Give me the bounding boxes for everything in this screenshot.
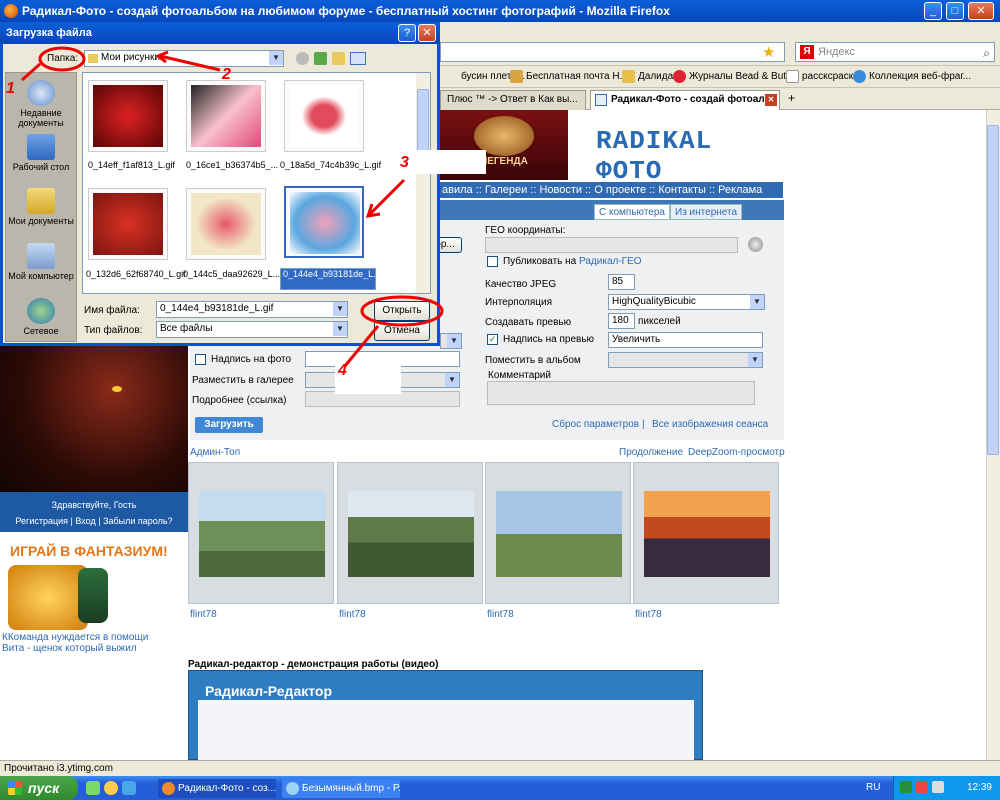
annotation-overlay	[21, 46, 444, 367]
annotation-number: 1	[6, 80, 15, 97]
annotation-arrow	[368, 178, 406, 216]
annotation-number: 3	[400, 154, 409, 171]
annotation-arrow	[21, 62, 41, 82]
annotation-arrow	[159, 54, 221, 72]
annotation-number: 4	[338, 362, 347, 379]
annotation-circle	[38, 46, 86, 72]
annotation-number: 2	[222, 66, 231, 83]
annotation-arrow	[343, 325, 380, 367]
annotation-circle	[360, 295, 444, 327]
